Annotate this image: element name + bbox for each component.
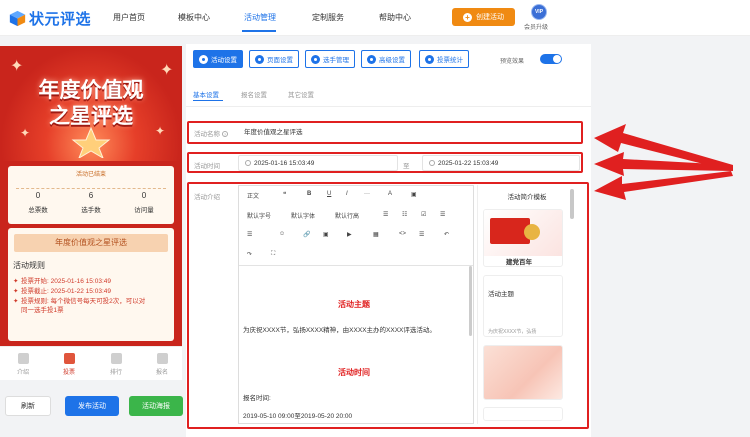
mobile-preview: ✦ ✦ ✦ ✦ 年度价值观 之星评选 活动已结束 0 总票数 6 选手数 0 访… (0, 46, 182, 346)
rule-vote-rule-cont: 同一选手投1票 (21, 307, 64, 314)
subtab-other[interactable]: 其它设置 (288, 89, 314, 99)
rules-card: 年度价值观之星评选 活动规则 ✦ 投票开始: 2025-01-16 15:03:4… (8, 228, 174, 341)
name-field-highlight (187, 121, 583, 144)
subtab-basic[interactable]: 基本设置 (193, 89, 219, 99)
rule-vote-start: ✦ 投票开始: 2025-01-16 15:03:49 (13, 278, 111, 285)
divider (186, 106, 591, 107)
refresh-button[interactable]: 刷新 (5, 396, 51, 416)
activity-status: 活动已结束 (75, 172, 106, 178)
stat-visits: 0 访问量 (119, 191, 169, 214)
publish-activity-button[interactable]: 发布活动 (65, 396, 119, 416)
star-icon: ✦ (10, 58, 24, 75)
nav-active-indicator (242, 30, 276, 32)
nav-user-home[interactable]: 用户首页 (113, 12, 145, 23)
tab-vote[interactable]: 投票 (49, 353, 89, 376)
vote-statistics-button[interactable]: 投票统计 (419, 50, 469, 68)
home-icon (63, 353, 75, 364)
stat-label: 总票数 (28, 207, 48, 214)
tab-ranking[interactable]: 排行 (96, 353, 136, 376)
stat-total-votes: 0 总票数 (13, 191, 63, 214)
stats-card: 活动已结束 0 总票数 6 选手数 0 访问量 (8, 166, 174, 224)
annotation-arrows (594, 124, 733, 200)
advanced-settings-button[interactable]: 高级设置 (361, 50, 411, 68)
candidate-management-button[interactable]: 选手管理 (305, 50, 355, 68)
subtab-indicator (193, 100, 223, 101)
rules-heading: 活动规则 (13, 261, 45, 270)
time-field-highlight (187, 152, 583, 173)
divider (16, 188, 166, 189)
nav-help-center[interactable]: 帮助中心 (379, 12, 411, 23)
activity-settings-button[interactable]: 活动设置 (193, 50, 243, 68)
preview-tab-bar: 介绍 投票 排行 报名 (0, 346, 182, 380)
preview-banner: ✦ ✦ ✦ ✦ 年度价值观 之星评选 (0, 46, 182, 161)
bullet-icon: ✦ (13, 278, 19, 285)
nav-activity-management[interactable]: 活动管理 (244, 12, 276, 23)
vip-icon[interactable]: VIP (531, 4, 547, 20)
create-activity-button[interactable]: + 创建活动 (452, 8, 515, 26)
activity-poster-button[interactable]: 活动海报 (129, 396, 183, 416)
vip-upgrade-link[interactable]: 会员升级 (524, 22, 548, 31)
bullet-icon: ✦ (13, 298, 19, 305)
tab-signup[interactable]: 报名 (142, 353, 182, 376)
create-activity-label: 创建活动 (476, 14, 504, 21)
intro-field-highlight (187, 182, 589, 429)
stat-value: 0 (35, 191, 41, 200)
bullet-icon: ✦ (13, 288, 19, 295)
gear-icon (199, 54, 208, 64)
logo-text: 状元评选 (29, 11, 92, 28)
cube-logo-icon (9, 10, 26, 27)
users-icon (311, 54, 320, 64)
stat-label: 选手数 (81, 207, 101, 214)
rule-vote-end: ✦ 投票截止: 2025-01-22 15:03:49 (13, 288, 111, 295)
stat-candidates: 6 选手数 (66, 191, 116, 214)
crown-icon (110, 353, 122, 364)
document-icon (17, 353, 29, 364)
stat-value: 0 (141, 191, 147, 200)
sliders-icon (367, 54, 376, 64)
logo[interactable]: 状元评选 (9, 8, 91, 29)
rule-vote-rule: ✦ 投票规则: 每个微信号每天可投2次，可以对 (13, 298, 146, 305)
plus-icon: + (463, 12, 472, 22)
stat-label: 访问量 (134, 207, 154, 214)
nav-template-center[interactable]: 模板中心 (178, 12, 210, 23)
bar-chart-icon (425, 54, 434, 64)
preview-toggle[interactable] (540, 54, 562, 64)
subtab-signup[interactable]: 报名设置 (241, 89, 267, 99)
tab-intro[interactable]: 介绍 (3, 353, 43, 376)
nav-custom-service[interactable]: 定制服务 (312, 12, 344, 23)
stat-value: 6 (88, 191, 94, 200)
top-bar: 状元评选 用户首页 模板中心 活动管理 定制服务 帮助中心 + 创建活动 VIP… (0, 0, 750, 36)
preview-toggle-label: 预览效果 (500, 59, 525, 65)
user-icon (156, 353, 168, 364)
rules-card-title: 年度价值观之星评选 (14, 234, 168, 252)
gear-icon (255, 54, 264, 64)
trophy-star-icon (71, 126, 111, 158)
page-settings-button[interactable]: 页面设置 (249, 50, 299, 68)
